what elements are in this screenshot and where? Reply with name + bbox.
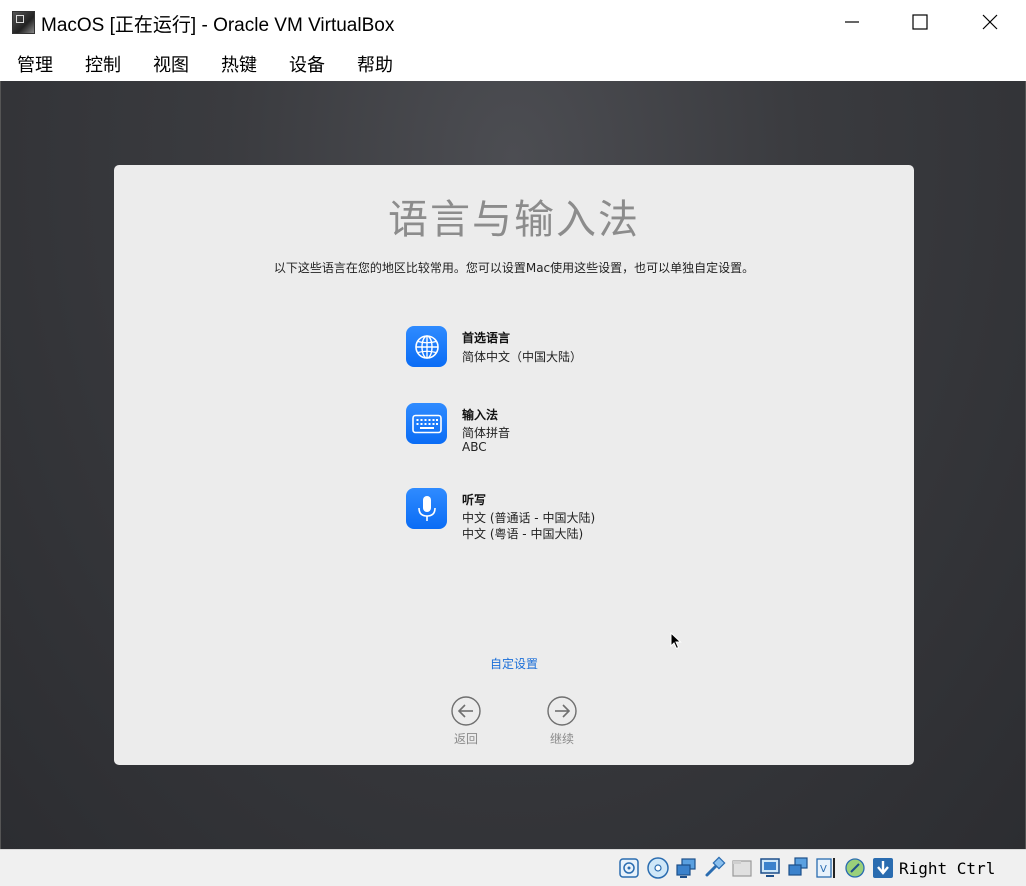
setting-value: ABC	[462, 440, 487, 454]
minimize-button[interactable]	[817, 0, 887, 44]
setting-heading: 输入法	[462, 408, 499, 422]
setup-assistant-panel: 语言与输入法 以下这些语言在您的地区比较常用。您可以设置Mac使用这些设置，也可…	[114, 165, 914, 765]
setting-input-method: 输入法 简体拼音 ABC	[406, 403, 726, 463]
close-button[interactable]	[955, 0, 1025, 44]
network-icon[interactable]	[674, 856, 698, 880]
menu-help[interactable]: 帮助	[357, 51, 393, 77]
network-adapters-icon[interactable]	[786, 856, 810, 880]
menu-devices[interactable]: 设备	[289, 51, 325, 77]
menu-hotkeys[interactable]: 热键	[221, 51, 257, 77]
arrow-down-icon[interactable]	[871, 856, 895, 880]
setting-heading: 首选语言	[462, 331, 511, 345]
maximize-icon	[912, 14, 928, 30]
setting-value: 简体拼音	[462, 426, 511, 440]
microphone-icon	[406, 488, 447, 529]
host-key-label: Right Ctrl	[899, 859, 996, 878]
continue-button[interactable]: 继续	[532, 696, 592, 756]
setting-heading: 听写	[462, 493, 487, 507]
usb-icon[interactable]	[702, 856, 726, 880]
arrow-left-icon	[451, 696, 481, 726]
display-icon[interactable]	[758, 856, 782, 880]
statusbar: V Right Ctrl	[0, 849, 1026, 886]
minimize-icon	[845, 21, 859, 23]
mouse-pointer-icon	[670, 632, 682, 650]
setting-value: 简体中文（中国大陆）	[462, 350, 583, 364]
back-button[interactable]: 返回	[436, 696, 496, 756]
setting-value: 中文 (普通话 - 中国大陆)	[462, 511, 596, 525]
keyboard-icon	[406, 403, 447, 444]
page-description: 以下这些语言在您的地区比较常用。您可以设置Mac使用这些设置，也可以单独自定设置…	[273, 261, 755, 275]
video-capture-icon[interactable]: V	[814, 856, 838, 880]
virtualbox-vm-icon	[12, 11, 35, 34]
window-title: MacOS [正在运行] - Oracle VM VirtualBox	[41, 15, 395, 36]
close-icon	[982, 14, 998, 30]
vm-display[interactable]: 语言与输入法 以下这些语言在您的地区比较常用。您可以设置Mac使用这些设置，也可…	[0, 81, 1026, 849]
maximize-button[interactable]	[885, 0, 955, 44]
menu-control[interactable]: 控制	[85, 51, 121, 77]
mouse-integration-icon[interactable]	[843, 856, 867, 880]
optical-drive-icon[interactable]	[646, 856, 670, 880]
menu-manage[interactable]: 管理	[17, 51, 53, 77]
arrow-right-icon	[547, 696, 577, 726]
customize-settings-link[interactable]: 自定设置	[114, 655, 914, 672]
hard-disk-icon[interactable]	[617, 856, 641, 880]
setting-preferred-language: 首选语言 简体中文（中国大陆）	[406, 326, 726, 386]
continue-label: 继续	[549, 732, 574, 746]
page-title: 语言与输入法	[388, 197, 640, 243]
window-titlebar: MacOS [正在运行] - Oracle VM VirtualBox	[0, 0, 1026, 44]
menubar: 管理 控制 视图 热键 设备 帮助	[0, 44, 1026, 81]
back-label: 返回	[453, 732, 478, 746]
globe-icon	[406, 326, 447, 367]
setting-dictation: 听写 中文 (普通话 - 中国大陆) 中文 (粤语 - 中国大陆)	[406, 488, 726, 548]
shared-folder-icon[interactable]	[730, 856, 754, 880]
setting-value: 中文 (粤语 - 中国大陆)	[462, 527, 584, 541]
svg-text:V: V	[820, 864, 827, 875]
menu-view[interactable]: 视图	[153, 51, 189, 77]
